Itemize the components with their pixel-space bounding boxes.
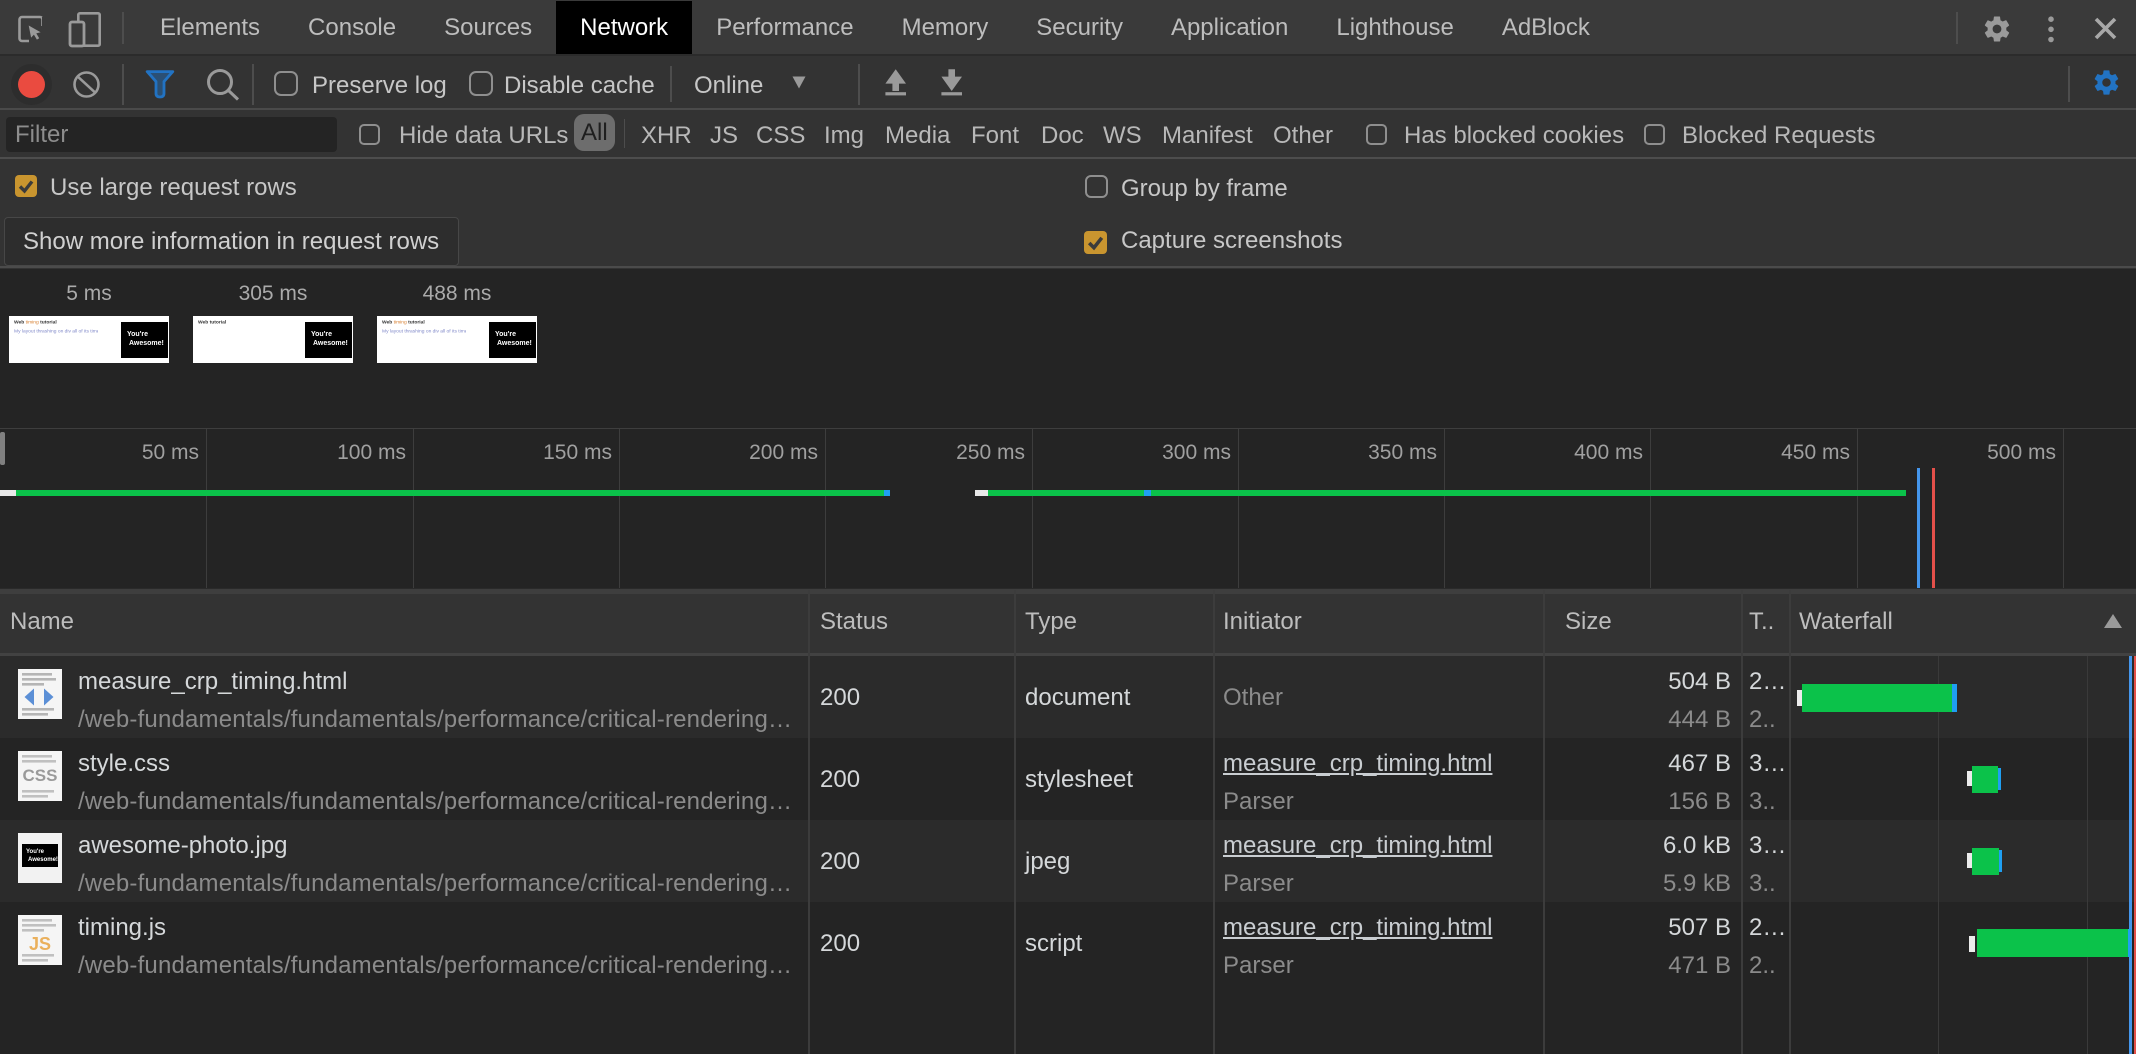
svg-text:JS: JS xyxy=(29,934,51,954)
svg-text:You're: You're xyxy=(26,849,45,855)
svg-text:Awesome!: Awesome! xyxy=(28,857,58,863)
svg-text:CSS: CSS xyxy=(23,766,58,785)
